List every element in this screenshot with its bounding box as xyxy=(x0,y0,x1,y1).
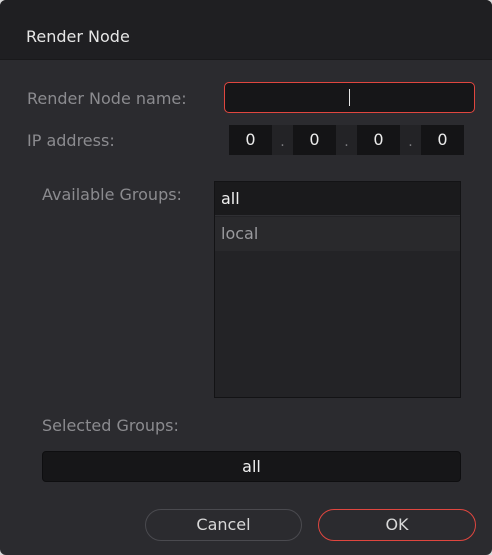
render-node-name-label: Render Node name: xyxy=(27,89,187,108)
ip-separator: . xyxy=(272,125,293,155)
ip-octet-1[interactable]: 0 xyxy=(229,125,272,155)
ip-octet-3[interactable]: 0 xyxy=(357,125,400,155)
cancel-button[interactable]: Cancel xyxy=(145,509,302,541)
render-node-dialog: Render Node Render Node name: IP address… xyxy=(0,0,492,555)
text-caret xyxy=(349,89,350,106)
ip-octet-2[interactable]: 0 xyxy=(293,125,336,155)
list-item-all[interactable]: all xyxy=(215,182,460,216)
available-groups-list[interactable]: all local xyxy=(214,181,461,398)
selected-groups-label: Selected Groups: xyxy=(42,416,179,435)
list-item-local[interactable]: local xyxy=(215,217,460,251)
ip-separator: . xyxy=(400,125,421,155)
selected-groups-field[interactable]: all xyxy=(42,451,461,482)
dialog-title: Render Node xyxy=(26,27,130,46)
ip-separator: . xyxy=(336,125,357,155)
dialog-titlebar: Render Node xyxy=(0,0,492,60)
ok-button[interactable]: OK xyxy=(318,509,476,541)
available-groups-label: Available Groups: xyxy=(42,185,182,204)
ip-octet-4[interactable]: 0 xyxy=(421,125,464,155)
ip-address-label: IP address: xyxy=(27,131,115,150)
render-node-name-input[interactable] xyxy=(224,82,475,113)
